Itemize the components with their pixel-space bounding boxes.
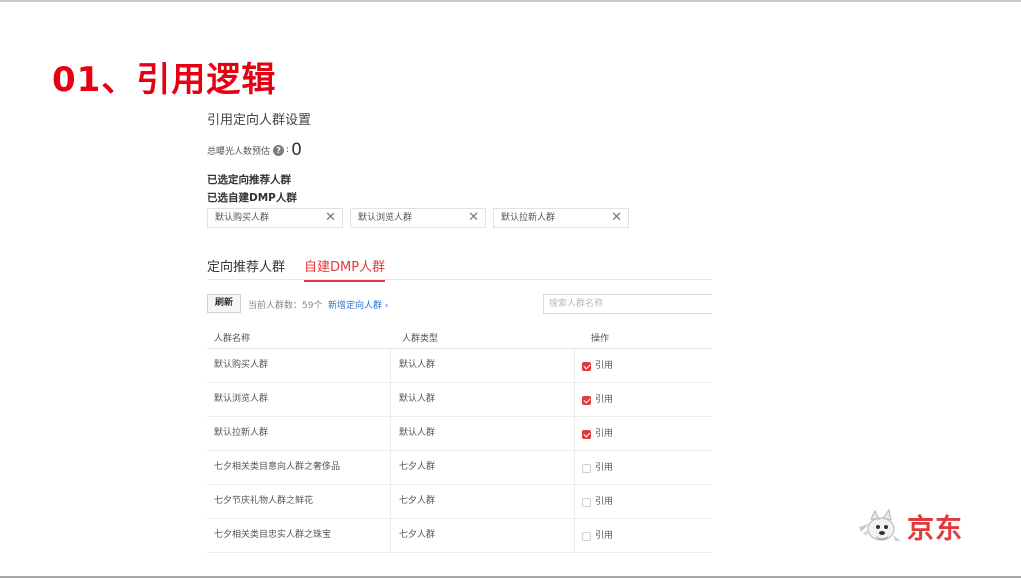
audience-name-cell: 七夕相关类目意向人群之奢侈品 bbox=[214, 462, 341, 472]
reference-label: 引用 bbox=[595, 497, 614, 507]
operation-cell: 引用 bbox=[574, 349, 712, 383]
audience-type-cell: 默认人群 bbox=[390, 349, 574, 383]
audience-tabs: 定向推荐人群 自建DMP人群 bbox=[207, 252, 712, 282]
reference-label: 引用 bbox=[595, 429, 614, 439]
audience-reference-panel: 引用定向人群设置 总曝光人数预估 ? : 0 已选定向推荐人群 已选自建DMP人… bbox=[207, 100, 712, 562]
tab-recommended-audience[interactable]: 定向推荐人群 bbox=[207, 256, 285, 275]
chevron-right-icon: › bbox=[384, 301, 389, 311]
exposure-value: 0 bbox=[291, 140, 302, 160]
close-icon[interactable]: ✕ bbox=[325, 209, 336, 227]
selected-chips: 默认购买人群 ✕ 默认浏览人群 ✕ 默认拉新人群 ✕ bbox=[207, 208, 636, 228]
chip-label: 默认拉新人群 bbox=[501, 213, 556, 223]
refresh-button[interactable]: 刷新 bbox=[207, 294, 241, 313]
exposure-colon: : bbox=[286, 145, 290, 155]
table-header: 人群名称 人群类型 操作 bbox=[207, 322, 712, 349]
exposure-label: 总曝光人数预估 bbox=[207, 146, 271, 157]
operation-cell: 引用 bbox=[574, 451, 712, 485]
chip-label: 默认购买人群 bbox=[215, 213, 270, 223]
audience-type-cell: 默认人群 bbox=[390, 383, 574, 417]
new-audience-link[interactable]: 新增定向人群 › bbox=[328, 298, 389, 311]
operation-cell: 引用 bbox=[574, 485, 712, 519]
audience-name-cell: 默认浏览人群 bbox=[214, 394, 269, 404]
chip-label: 默认浏览人群 bbox=[358, 213, 413, 223]
table-row: 七夕相关类目意向人群之奢侈品 七夕人群 引用 bbox=[207, 451, 712, 485]
reference-label: 引用 bbox=[595, 463, 614, 473]
panel-title: 引用定向人群设置 bbox=[207, 113, 312, 128]
question-circle-icon[interactable]: ? bbox=[273, 144, 285, 156]
audience-table: 人群名称 人群类型 操作 默认购买人群 默认人群 引用 默认浏览人群 默认人群 引用 默认拉… bbox=[207, 322, 712, 553]
reference-label: 引用 bbox=[595, 395, 614, 405]
audience-name-cell: 默认拉新人群 bbox=[214, 428, 269, 438]
jd-logo: 京东 bbox=[855, 505, 975, 547]
operation-cell: 引用 bbox=[574, 519, 712, 553]
table-row: 七夕相关类目忠实人群之珠宝 七夕人群 引用 bbox=[207, 519, 712, 553]
table-body: 默认购买人群 默认人群 引用 默认浏览人群 默认人群 引用 默认拉新人群 默认人群 引用 七夕相关… bbox=[207, 349, 712, 553]
reference-checkbox[interactable] bbox=[582, 531, 591, 541]
selected-chip: 默认浏览人群 ✕ bbox=[350, 208, 486, 228]
audience-name-cell: 默认购买人群 bbox=[214, 360, 269, 370]
audience-name-cell: 七夕节庆礼物人群之鲜花 bbox=[214, 496, 314, 506]
close-icon[interactable]: ✕ bbox=[611, 209, 622, 227]
table-row: 默认购买人群 默认人群 引用 bbox=[207, 349, 712, 383]
exposure-estimate: 总曝光人数预估 ? : 0 bbox=[207, 140, 302, 160]
jd-logo-text: 京东 bbox=[907, 513, 963, 545]
jd-dog-mascot-icon bbox=[859, 508, 901, 541]
slide-title: 01、引用逻辑 bbox=[52, 60, 277, 100]
column-header-operation: 操作 bbox=[591, 334, 610, 344]
selected-chip: 默认购买人群 ✕ bbox=[207, 208, 343, 228]
reference-label: 引用 bbox=[595, 361, 614, 371]
audience-type-cell: 七夕人群 bbox=[390, 485, 574, 519]
search-input[interactable] bbox=[543, 294, 712, 314]
audience-type-cell: 默认人群 bbox=[390, 417, 574, 451]
audience-type-cell: 七夕人群 bbox=[390, 451, 574, 485]
audience-count: 当前人群数：59个 bbox=[248, 301, 323, 311]
top-divider bbox=[0, 0, 1021, 2]
operation-cell: 引用 bbox=[574, 417, 712, 451]
selected-recommended-label: 已选定向推荐人群 bbox=[207, 174, 291, 186]
selected-chip: 默认拉新人群 ✕ bbox=[493, 208, 629, 228]
table-row: 默认浏览人群 默认人群 引用 bbox=[207, 383, 712, 417]
audience-type-cell: 七夕人群 bbox=[390, 519, 574, 553]
audience-name-cell: 七夕相关类目忠实人群之珠宝 bbox=[214, 530, 332, 540]
reference-checkbox[interactable] bbox=[582, 361, 591, 371]
reference-checkbox[interactable] bbox=[582, 497, 591, 507]
table-row: 默认拉新人群 默认人群 引用 bbox=[207, 417, 712, 451]
column-header-type: 人群类型 bbox=[402, 334, 439, 344]
reference-checkbox[interactable] bbox=[582, 463, 591, 473]
reference-checkbox[interactable] bbox=[582, 395, 591, 405]
reference-checkbox[interactable] bbox=[582, 429, 591, 439]
new-audience-link-label: 新增定向人群 bbox=[328, 301, 383, 311]
table-toolbar: 刷新 当前人群数：59个 新增定向人群 › bbox=[207, 294, 712, 314]
table-row: 七夕节庆礼物人群之鲜花 七夕人群 引用 bbox=[207, 485, 712, 519]
tab-dmp-audience[interactable]: 自建DMP人群 bbox=[304, 256, 386, 282]
reference-label: 引用 bbox=[595, 531, 614, 541]
operation-cell: 引用 bbox=[574, 383, 712, 417]
close-icon[interactable]: ✕ bbox=[468, 209, 479, 227]
bottom-divider bbox=[0, 576, 1021, 578]
column-header-name: 人群名称 bbox=[214, 334, 251, 344]
selected-dmp-label: 已选自建DMP人群 bbox=[207, 192, 297, 204]
